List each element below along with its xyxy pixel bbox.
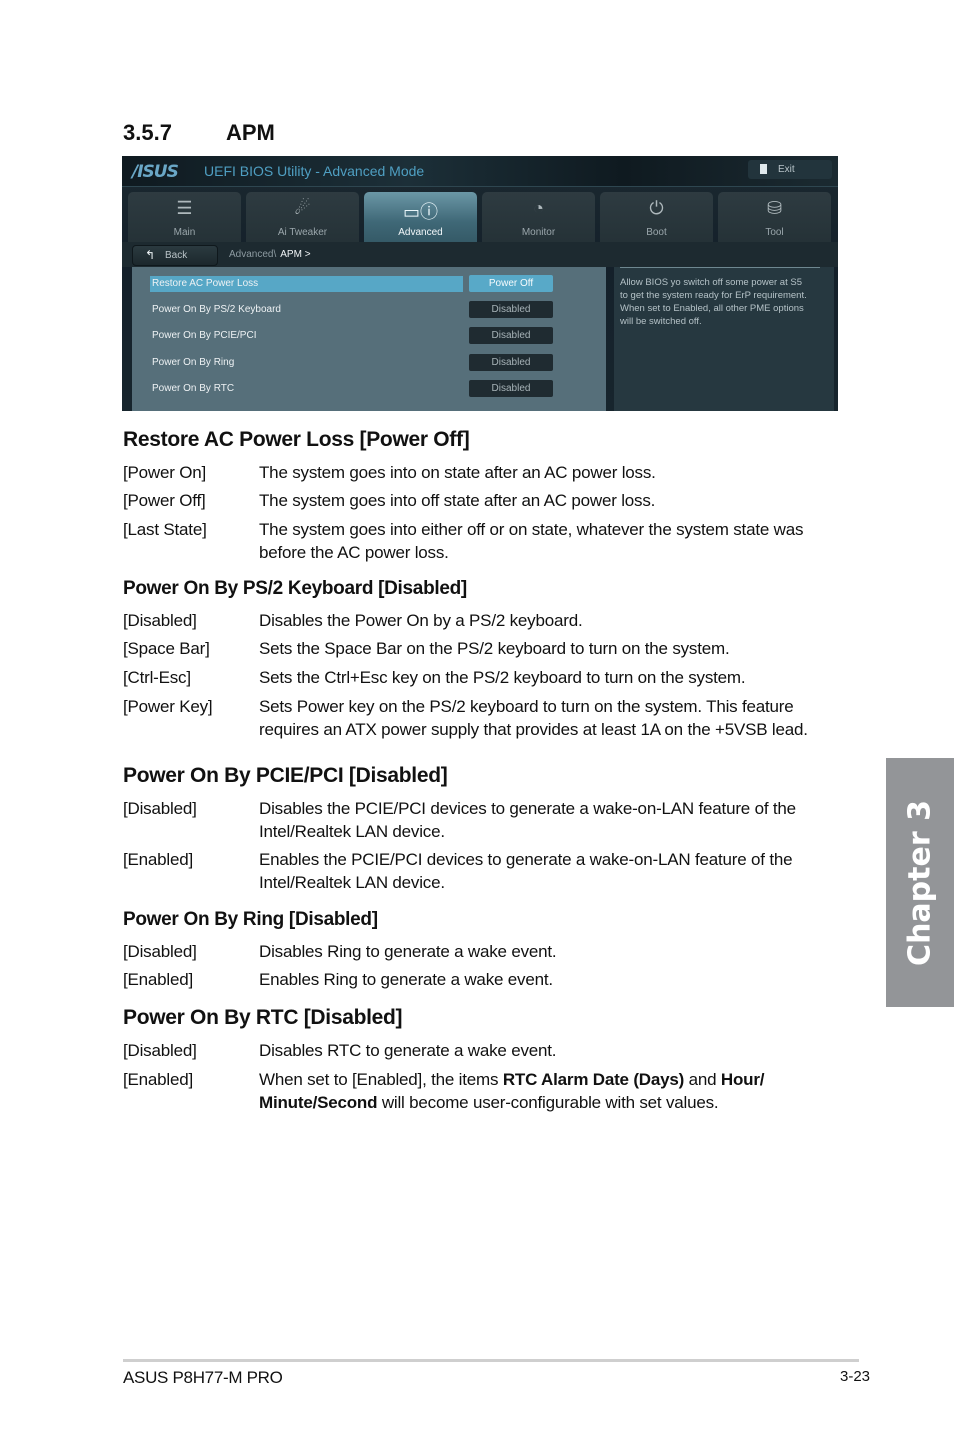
setting-value[interactable]: Disabled — [469, 354, 553, 371]
tab-tool[interactable]: ⛁ Tool — [718, 192, 831, 242]
heading-restore-ac-power-loss: Restore AC Power Loss [Power Off] — [123, 428, 470, 451]
advanced-info-icon: ▭ⓘ — [402, 202, 438, 222]
option-desc: Sets the Ctrl+Esc key on the PS/2 keyboa… — [259, 668, 746, 687]
tab-main[interactable]: ☰ Main — [128, 192, 241, 242]
option-desc: Enables the PCIE/PCI devices to generate… — [259, 850, 793, 892]
chapter-tab: Chapter 3 — [886, 758, 954, 1007]
setting-row-rtc[interactable]: Power On By RTC Disabled — [150, 380, 594, 398]
setting-row-ps2-keyboard[interactable]: Power On By PS/2 Keyboard Disabled — [150, 301, 594, 319]
setting-row-pcie-pci[interactable]: Power On By PCIE/PCI Disabled — [150, 327, 594, 345]
desc-part-bold: RTC Alarm Date (Days) — [502, 1070, 685, 1089]
exit-button[interactable]: Exit — [748, 160, 832, 179]
settings-panel: Restore AC Power Loss Power Off Power On… — [132, 267, 606, 411]
option-desc: Disables the PCIE/PCI devices to generat… — [259, 799, 796, 841]
bios-title-bar: /ISUS UEFI BIOS Utility - Advanced Mode … — [122, 156, 838, 187]
tab-ai-tweaker[interactable]: ☄ Ai Tweaker — [246, 192, 359, 242]
tab-label: Advanced — [398, 227, 443, 238]
setting-value[interactable]: Disabled — [469, 327, 553, 344]
tab-label: Ai Tweaker — [277, 227, 328, 238]
help-divider — [620, 267, 820, 268]
setting-value[interactable]: Power Off — [469, 275, 553, 292]
option-key: [Ctrl-Esc] — [123, 668, 191, 687]
tab-label: Main — [173, 227, 196, 238]
tab-advanced[interactable]: ▭ⓘ Advanced — [364, 192, 477, 242]
setting-value[interactable]: Disabled — [469, 380, 553, 397]
option-desc: The system goes into off state after an … — [259, 491, 656, 510]
desc-part: will become user-configurable with set v… — [377, 1093, 719, 1112]
option-desc: Disables the Power On by a PS/2 keyboard… — [259, 611, 583, 630]
option-key: [Last State] — [123, 520, 207, 539]
desc-part: When set to [Enabled], the items — [259, 1070, 503, 1089]
option-desc: The system goes into on state after an A… — [259, 463, 656, 482]
exit-door-icon — [760, 164, 767, 174]
option-key: [Enabled] — [123, 1070, 194, 1089]
option-key: [Space Bar] — [123, 639, 210, 658]
bios-window-title: UEFI BIOS Utility - Advanced Mode — [204, 163, 425, 179]
setting-label: Power On By PS/2 Keyboard — [152, 304, 281, 315]
section-heading: 3.5.7 APM — [123, 120, 275, 146]
tab-label: Monitor — [521, 227, 556, 238]
help-panel: Allow BIOS yo switch off some power at S… — [614, 267, 834, 411]
back-arrow-icon: ↰ — [145, 248, 156, 262]
option-desc: Enables Ring to generate a wake event. — [259, 970, 553, 989]
tab-label: Boot — [646, 227, 667, 238]
power-icon: ⏻ — [649, 198, 664, 218]
option-key: [Power Off] — [123, 491, 206, 510]
option-key: [Disabled] — [123, 942, 197, 961]
list-icon: ☰ — [176, 198, 193, 218]
back-button[interactable]: ↰ Back — [132, 245, 218, 266]
asus-logo: /ISUS — [132, 162, 179, 182]
chapter-label: Chapter 3 — [902, 799, 938, 966]
setting-label: Power On By PCIE/PCI — [152, 330, 257, 341]
setting-value[interactable]: Disabled — [469, 301, 553, 318]
tab-boot[interactable]: ⏻ Boot — [600, 192, 713, 242]
section-title: APM — [226, 120, 275, 145]
monitor-thermometer-icon: ◔ — [533, 198, 544, 218]
option-desc: The system goes into either off or on st… — [259, 520, 804, 562]
option-key: [Disabled] — [123, 799, 197, 818]
option-key: [Enabled] — [123, 850, 194, 869]
setting-label: Power On By RTC — [152, 383, 235, 394]
setting-label: Power On By Ring — [152, 357, 235, 368]
option-desc: When set to [Enabled], the items RTC Ala… — [259, 1068, 839, 1114]
heading-pcie-pci: Power On By PCIE/PCI [Disabled] — [123, 764, 448, 787]
heading-rtc: Power On By RTC [Disabled] — [123, 1006, 403, 1029]
bios-screenshot: /ISUS UEFI BIOS Utility - Advanced Mode … — [122, 156, 838, 411]
tab-label: Tool — [765, 227, 784, 238]
desc-part: and — [684, 1070, 721, 1089]
option-desc: Sets the Space Bar on the PS/2 keyboard … — [259, 639, 730, 658]
breadcrumb-current: APM > — [280, 249, 311, 260]
exit-label: Exit — [778, 164, 795, 175]
option-key: [Enabled] — [123, 970, 194, 989]
back-label: Back — [165, 250, 188, 261]
section-number: 3.5.7 — [123, 120, 172, 145]
heading-ring: Power On By Ring [Disabled] — [123, 909, 378, 930]
option-key: [Disabled] — [123, 611, 197, 630]
option-desc: Sets Power key on the PS/2 keyboard to t… — [259, 697, 808, 739]
help-text: Allow BIOS yo switch off some power at S… — [620, 277, 807, 327]
option-desc: Disables Ring to generate a wake event. — [259, 942, 557, 961]
option-desc: Disables RTC to generate a wake event. — [259, 1041, 557, 1060]
setting-row-ring[interactable]: Power On By Ring Disabled — [150, 354, 594, 372]
setting-label: Restore AC Power Loss — [152, 278, 259, 289]
heading-ps2-keyboard: Power On By PS/2 Keyboard [Disabled] — [123, 578, 467, 599]
option-key: [Disabled] — [123, 1041, 197, 1060]
footer-page-number: 3-23 — [840, 1368, 871, 1385]
footer-divider — [123, 1359, 859, 1362]
breadcrumb-bar: ↰ Back Advanced\ APM > — [122, 242, 838, 267]
setting-row-restore-ac-power-loss[interactable]: Restore AC Power Loss Power Off — [150, 275, 594, 293]
footer-product: ASUS P8H77-M PRO — [123, 1368, 283, 1387]
breadcrumb-path[interactable]: Advanced\ — [229, 249, 276, 260]
breadcrumb: Advanced\ APM > — [229, 249, 311, 260]
toolbox-icon: ⛁ — [766, 198, 783, 218]
tab-monitor[interactable]: ◔ Monitor — [482, 192, 595, 242]
bios-tab-bar: ☰ Main ☄ Ai Tweaker ▭ⓘ Advanced ◔ Monito… — [128, 192, 834, 242]
option-key: [Power On] — [123, 463, 207, 482]
option-key: [Power Key] — [123, 697, 213, 716]
ai-tweaker-icon: ☄ — [294, 198, 311, 218]
